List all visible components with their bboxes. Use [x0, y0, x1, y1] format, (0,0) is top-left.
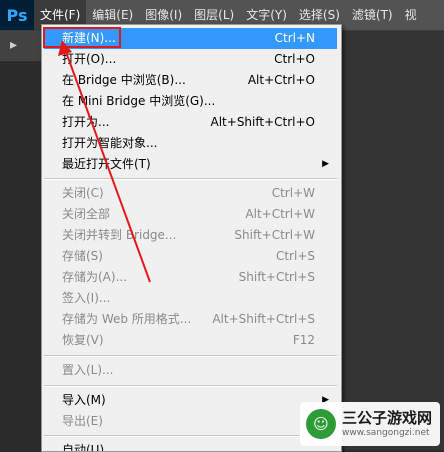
watermark-url: www.sangongzi.net — [342, 428, 430, 438]
menu-item-revert[interactable]: 恢复(V) F12 — [44, 330, 337, 351]
menu-item-browse-bridge[interactable]: 在 Bridge 中浏览(B)... Alt+Ctrl+O — [44, 70, 337, 91]
menu-item-label: 打开为智能对象... — [62, 136, 158, 150]
menu-item-shortcut: Ctrl+N — [274, 31, 315, 45]
menu-separator — [44, 355, 337, 357]
menu-item-shortcut: Ctrl+O — [274, 52, 315, 66]
watermark: ☺ 三公子游戏网 www.sangongzi.net — [300, 402, 440, 446]
menu-item-browse-mini-bridge[interactable]: 在 Mini Bridge 中浏览(G)... — [44, 91, 337, 112]
photoshop-logo: Ps — [0, 0, 34, 30]
menu-item-label: 签入(I)... — [62, 291, 111, 305]
menu-separator — [44, 435, 337, 437]
menu-item-save-as[interactable]: 存储为(A)... Shift+Ctrl+S — [44, 267, 337, 288]
menu-item-close[interactable]: 关闭(C) Ctrl+W — [44, 183, 337, 204]
menu-item-label: 在 Bridge 中浏览(B)... — [62, 73, 186, 87]
menu-item-recent-files[interactable]: 最近打开文件(T) ▶ — [44, 154, 337, 175]
menu-separator — [44, 385, 337, 387]
menu-item-label: 关闭并转到 Bridge... — [62, 228, 177, 242]
menu-item-shortcut: F12 — [292, 333, 315, 347]
menu-item-label: 关闭(C) — [62, 186, 104, 200]
menu-item-label: 存储(S) — [62, 249, 103, 263]
menu-item-label: 关闭全部 — [62, 207, 111, 221]
menu-item-label: 置入(L)... — [62, 363, 114, 377]
menu-item-open-as[interactable]: 打开为... Alt+Shift+Ctrl+O — [44, 112, 337, 133]
menu-item-label: 导出(E) — [62, 414, 103, 428]
file-menu-dropdown: 新建(N)... Ctrl+N 打开(O)... Ctrl+O 在 Bridge… — [41, 24, 342, 452]
menu-item-open[interactable]: 打开(O)... Ctrl+O — [44, 49, 337, 70]
menu-item-close-go-bridge[interactable]: 关闭并转到 Bridge... Shift+Ctrl+W — [44, 225, 337, 246]
menu-item-label: 打开为... — [62, 115, 110, 129]
workspace-background — [340, 31, 444, 450]
menu-filter[interactable]: 滤镜(T) — [346, 0, 399, 30]
menu-item-label: 在 Mini Bridge 中浏览(G)... — [62, 94, 216, 108]
menu-item-label: 恢复(V) — [62, 333, 104, 347]
move-tool-icon[interactable]: ▸ — [10, 38, 24, 52]
menu-separator — [44, 178, 337, 180]
menu-item-open-as-smart-object[interactable]: 打开为智能对象... — [44, 133, 337, 154]
menu-item-shortcut: Alt+Ctrl+W — [245, 207, 315, 221]
menu-item-shortcut: Ctrl+S — [275, 249, 315, 263]
menu-item-check-in[interactable]: 签入(I)... — [44, 288, 337, 309]
menu-item-place[interactable]: 置入(L)... — [44, 360, 337, 381]
menu-item-label: 最近打开文件(T) — [62, 157, 151, 171]
submenu-arrow-icon: ▶ — [322, 159, 329, 169]
menu-view[interactable]: 视 — [399, 0, 423, 30]
menu-item-shortcut: Alt+Ctrl+O — [247, 73, 315, 87]
menu-item-shortcut: Alt+Shift+Ctrl+O — [210, 115, 315, 129]
menu-item-shortcut: Shift+Ctrl+S — [238, 270, 315, 284]
menu-item-close-all[interactable]: 关闭全部 Alt+Ctrl+W — [44, 204, 337, 225]
watermark-logo-icon: ☺ — [306, 409, 336, 439]
menu-item-label: 导入(M) — [62, 393, 106, 407]
menu-item-export[interactable]: 导出(E) — [44, 411, 337, 432]
menu-item-label: 自动(U) — [62, 443, 105, 452]
menu-item-shortcut: Ctrl+W — [271, 186, 315, 200]
menu-item-label: 新建(N)... — [62, 31, 116, 45]
menu-item-label: 存储为(A)... — [62, 270, 128, 284]
menu-item-save-for-web[interactable]: 存储为 Web 所用格式... Alt+Shift+Ctrl+S — [44, 309, 337, 330]
menu-item-import[interactable]: 导入(M) ▶ — [44, 390, 337, 411]
watermark-title: 三公子游戏网 — [342, 409, 433, 427]
menu-item-shortcut: Alt+Shift+Ctrl+S — [212, 312, 315, 326]
menu-item-automate[interactable]: 自动(U) — [44, 440, 337, 452]
menu-item-label: 打开(O)... — [62, 52, 117, 66]
menu-item-label: 存储为 Web 所用格式... — [62, 312, 192, 326]
menu-item-save[interactable]: 存储(S) Ctrl+S — [44, 246, 337, 267]
menu-item-new[interactable]: 新建(N)... Ctrl+N — [44, 28, 337, 49]
menu-item-shortcut: Shift+Ctrl+W — [234, 228, 315, 242]
